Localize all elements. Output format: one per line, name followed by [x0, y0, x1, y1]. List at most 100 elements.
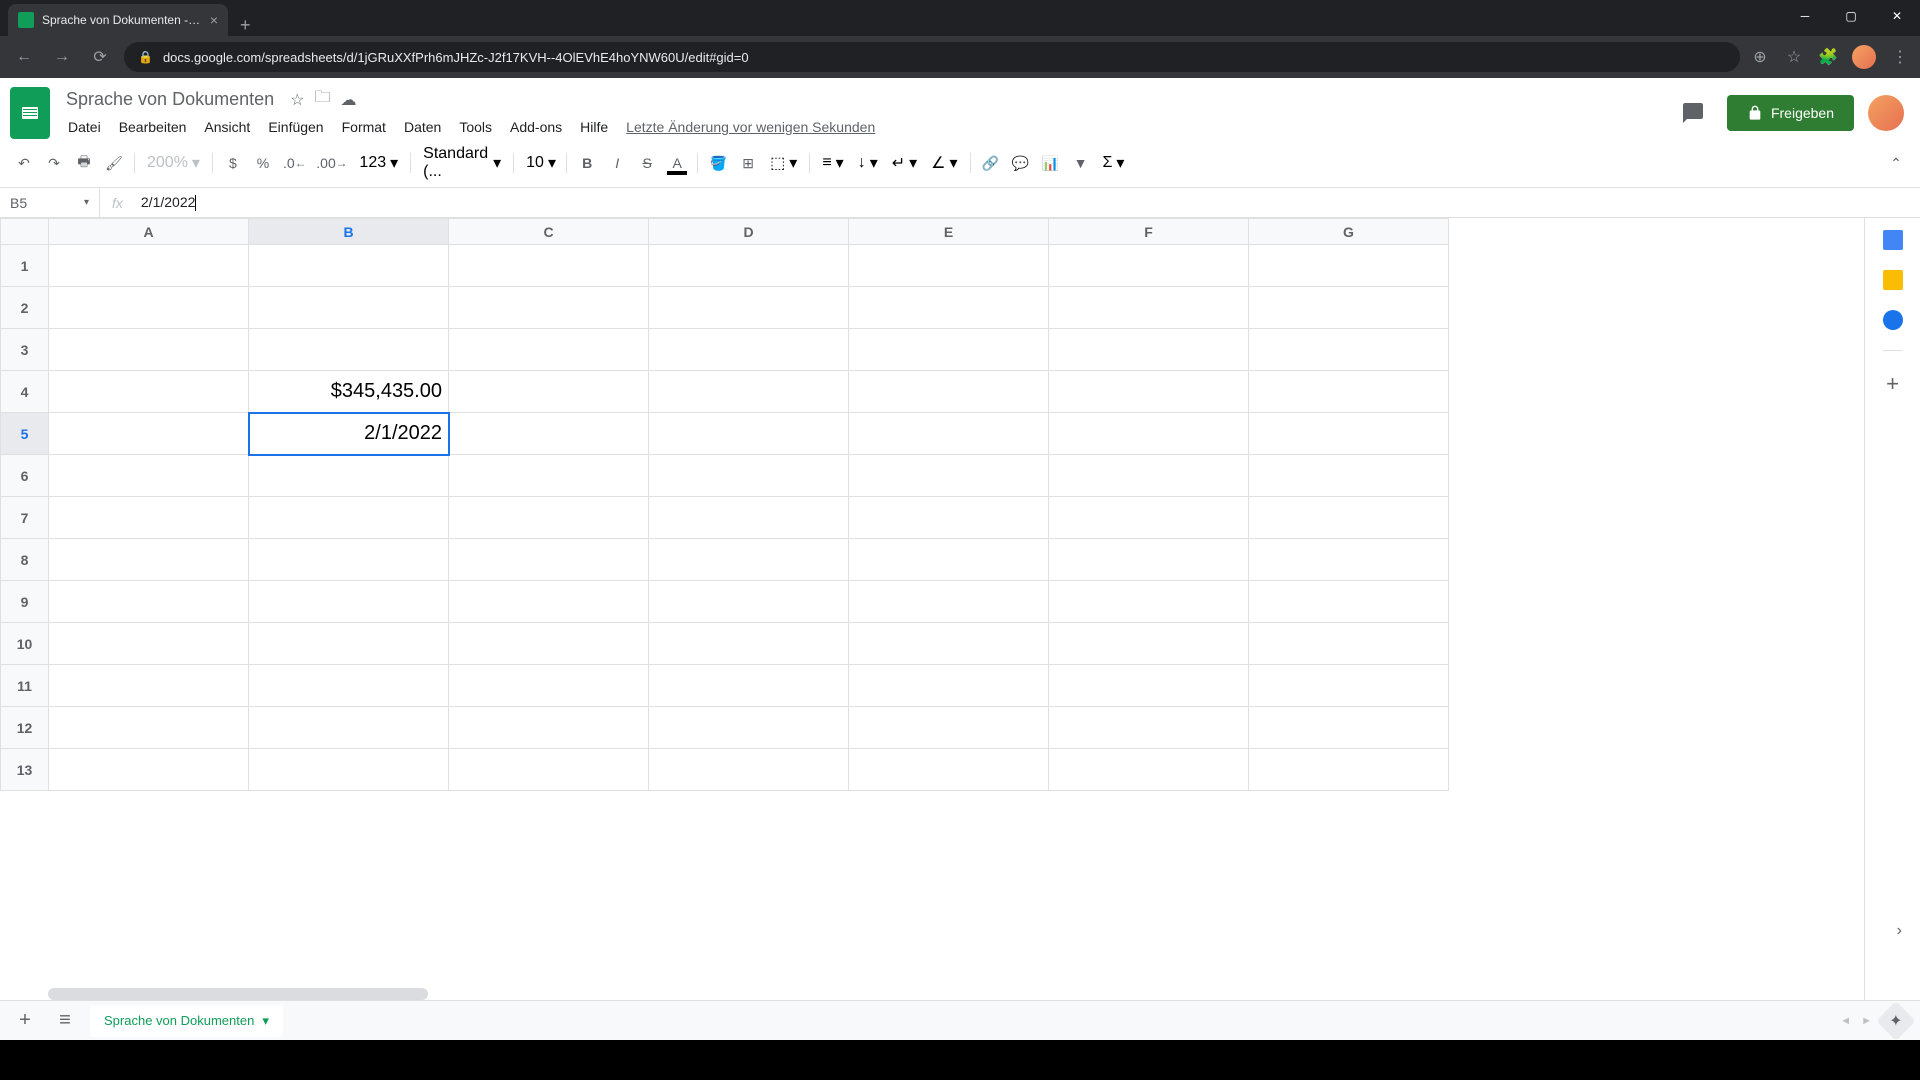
col-header-A[interactable]: A	[49, 219, 249, 245]
cell-E4[interactable]	[849, 371, 1049, 413]
cell-E7[interactable]	[849, 497, 1049, 539]
browser-menu-icon[interactable]: ⋮	[1890, 47, 1910, 67]
cell-E5[interactable]	[849, 413, 1049, 455]
menu-help[interactable]: Hilfe	[572, 115, 616, 139]
cell-F4[interactable]	[1049, 371, 1249, 413]
cell-C7[interactable]	[449, 497, 649, 539]
row-header-1[interactable]: 1	[1, 245, 49, 287]
menu-addons[interactable]: Add-ons	[502, 115, 570, 139]
cell-A9[interactable]	[49, 581, 249, 623]
sheets-logo-icon[interactable]	[10, 87, 50, 139]
cell-C13[interactable]	[449, 749, 649, 791]
cell-D6[interactable]	[649, 455, 849, 497]
close-window-button[interactable]: ✕	[1874, 0, 1920, 32]
cell-F9[interactable]	[1049, 581, 1249, 623]
formula-input[interactable]: 2/1/2022	[135, 194, 1920, 211]
menu-tools[interactable]: Tools	[451, 115, 500, 139]
cell-E3[interactable]	[849, 329, 1049, 371]
cell-E8[interactable]	[849, 539, 1049, 581]
cell-G9[interactable]	[1249, 581, 1449, 623]
currency-button[interactable]: $	[219, 149, 247, 177]
chart-button[interactable]: 📊	[1037, 149, 1065, 177]
cell-B8[interactable]	[249, 539, 449, 581]
keep-addon-icon[interactable]	[1883, 270, 1903, 290]
last-edit-link[interactable]: Letzte Änderung vor wenigen Sekunden	[618, 115, 883, 139]
row-header-7[interactable]: 7	[1, 497, 49, 539]
cell-G13[interactable]	[1249, 749, 1449, 791]
cell-E12[interactable]	[849, 707, 1049, 749]
fill-color-button[interactable]: 🪣	[704, 149, 732, 177]
cell-B2[interactable]	[249, 287, 449, 329]
comment-button[interactable]: 💬	[1007, 149, 1035, 177]
cell-A11[interactable]	[49, 665, 249, 707]
profile-avatar-icon[interactable]	[1852, 45, 1876, 69]
cell-G5[interactable]	[1249, 413, 1449, 455]
zoom-icon[interactable]: ⊕	[1750, 47, 1770, 67]
cell-E6[interactable]	[849, 455, 1049, 497]
new-tab-button[interactable]: +	[228, 15, 263, 36]
cell-C6[interactable]	[449, 455, 649, 497]
cell-A6[interactable]	[49, 455, 249, 497]
cell-F6[interactable]	[1049, 455, 1249, 497]
col-header-F[interactable]: F	[1049, 219, 1249, 245]
hide-side-panel-button[interactable]: ›	[1897, 922, 1902, 940]
cell-G4[interactable]	[1249, 371, 1449, 413]
cell-F3[interactable]	[1049, 329, 1249, 371]
menu-view[interactable]: Ansicht	[196, 115, 258, 139]
cell-C8[interactable]	[449, 539, 649, 581]
cell-F1[interactable]	[1049, 245, 1249, 287]
cell-A3[interactable]	[49, 329, 249, 371]
menu-format[interactable]: Format	[334, 115, 394, 139]
font-size-dropdown[interactable]: 10 ▾	[520, 153, 560, 173]
row-header-9[interactable]: 9	[1, 581, 49, 623]
cell-D11[interactable]	[649, 665, 849, 707]
cell-D13[interactable]	[649, 749, 849, 791]
functions-button[interactable]: Σ ▾	[1097, 153, 1131, 173]
menu-data[interactable]: Daten	[396, 115, 449, 139]
cell-G12[interactable]	[1249, 707, 1449, 749]
cell-C2[interactable]	[449, 287, 649, 329]
cell-F12[interactable]	[1049, 707, 1249, 749]
print-button[interactable]: 🖶	[70, 149, 98, 177]
cell-G10[interactable]	[1249, 623, 1449, 665]
redo-button[interactable]: ↷	[40, 149, 68, 177]
account-avatar[interactable]	[1868, 95, 1904, 131]
cell-C3[interactable]	[449, 329, 649, 371]
row-header-10[interactable]: 10	[1, 623, 49, 665]
cell-G8[interactable]	[1249, 539, 1449, 581]
address-bar[interactable]: 🔒 docs.google.com/spreadsheets/d/1jGRuXX…	[124, 42, 1740, 72]
cell-B4[interactable]: $345,435.00	[249, 371, 449, 413]
name-box[interactable]: B5 ▾	[0, 188, 100, 217]
increase-decimal-button[interactable]: .00→	[312, 149, 351, 177]
explore-button[interactable]: ✦	[1876, 1001, 1916, 1041]
cell-E9[interactable]	[849, 581, 1049, 623]
row-header-13[interactable]: 13	[1, 749, 49, 791]
rotate-button[interactable]: ∠ ▾	[925, 153, 963, 173]
cell-B9[interactable]	[249, 581, 449, 623]
cell-B1[interactable]	[249, 245, 449, 287]
cloud-icon[interactable]: ☁	[340, 90, 356, 110]
menu-edit[interactable]: Bearbeiten	[111, 115, 195, 139]
cell-D2[interactable]	[649, 287, 849, 329]
cell-A5[interactable]	[49, 413, 249, 455]
cell-F2[interactable]	[1049, 287, 1249, 329]
cell-A12[interactable]	[49, 707, 249, 749]
cell-F11[interactable]	[1049, 665, 1249, 707]
cell-E11[interactable]	[849, 665, 1049, 707]
menu-file[interactable]: Datei	[60, 115, 109, 139]
cell-D10[interactable]	[649, 623, 849, 665]
cell-F10[interactable]	[1049, 623, 1249, 665]
cell-F7[interactable]	[1049, 497, 1249, 539]
select-all-corner[interactable]	[1, 219, 49, 245]
cell-G11[interactable]	[1249, 665, 1449, 707]
cell-A8[interactable]	[49, 539, 249, 581]
cell-C9[interactable]	[449, 581, 649, 623]
cell-A13[interactable]	[49, 749, 249, 791]
cell-B11[interactable]	[249, 665, 449, 707]
cell-F13[interactable]	[1049, 749, 1249, 791]
h-align-button[interactable]: ≡ ▾	[816, 153, 849, 173]
cell-B7[interactable]	[249, 497, 449, 539]
doc-title[interactable]: Sprache von Dokumenten	[60, 87, 280, 112]
cell-G2[interactable]	[1249, 287, 1449, 329]
cell-C10[interactable]	[449, 623, 649, 665]
